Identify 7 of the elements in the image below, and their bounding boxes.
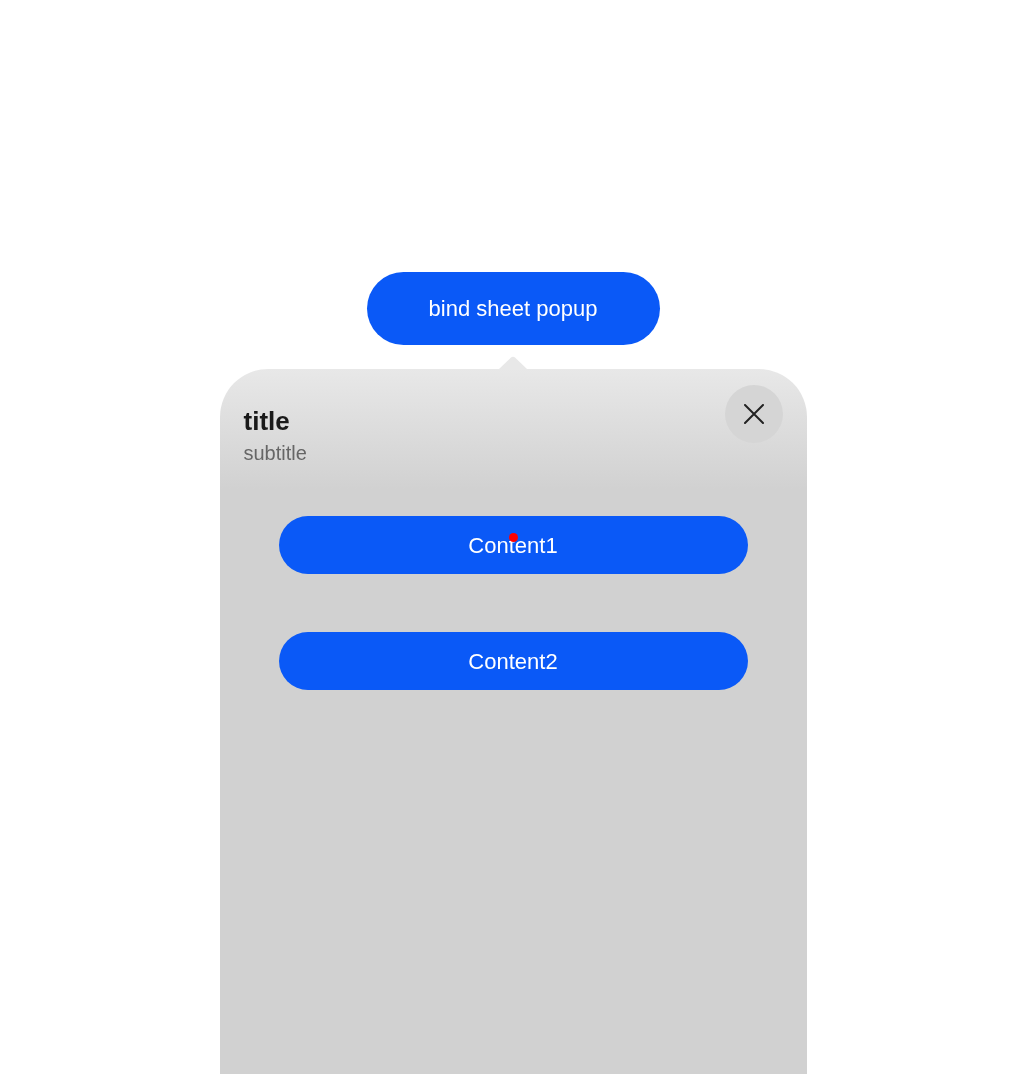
- content-button[interactable]: Content1: [278, 516, 748, 574]
- close-icon: [743, 404, 764, 424]
- sheet-title: title: [243, 406, 291, 436]
- bind-sheet-button[interactable]: bind sheet popup: [366, 272, 660, 345]
- content-button[interactable]: Content2: [278, 632, 748, 690]
- sheet-pointer-icon: [499, 356, 527, 369]
- sheet-subtitle: subtitle: [243, 441, 307, 465]
